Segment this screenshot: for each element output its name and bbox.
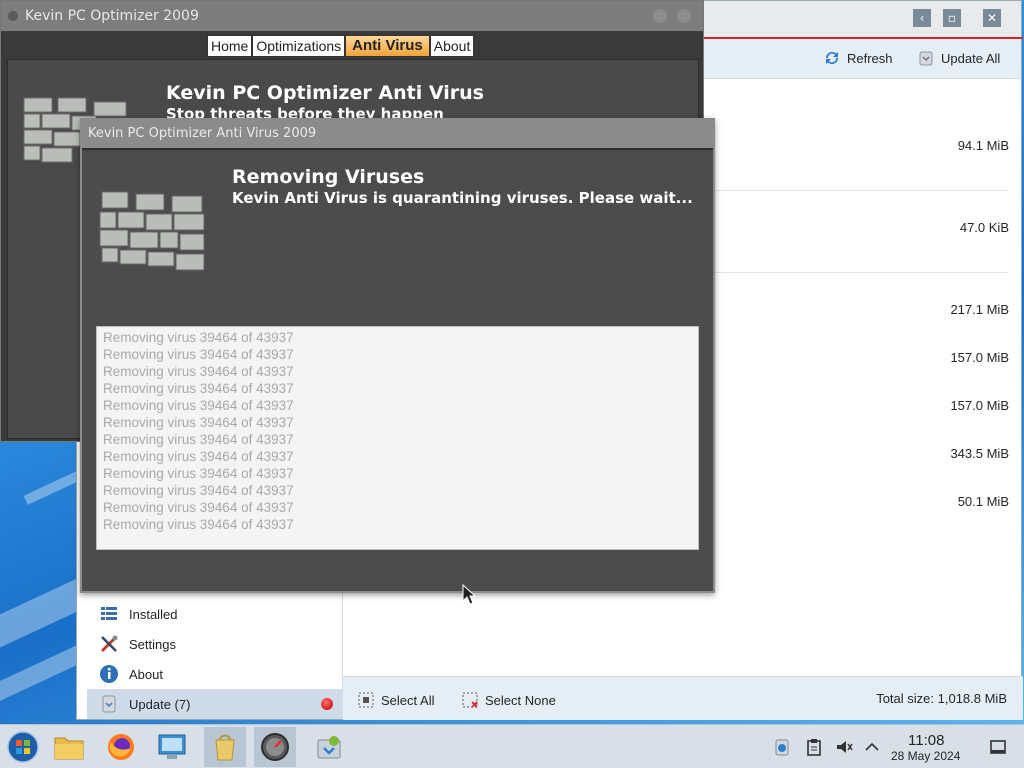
sidebar-item-installed[interactable]: Installed	[87, 599, 343, 629]
optimizer-titlebar[interactable]: Kevin PC Optimizer 2009	[1, 1, 703, 31]
close-icon[interactable]: ✕	[983, 9, 1001, 27]
minimize-icon[interactable]	[653, 9, 667, 23]
list-item-size: 157.0 MiB	[950, 398, 1009, 413]
log-line: Removing virus 39464 of 43937	[103, 364, 294, 379]
taskbar-firefox[interactable]	[100, 727, 142, 767]
start-icon	[7, 731, 39, 763]
update-all-icon	[917, 49, 935, 67]
taskbar-kevin-optimizer[interactable]	[254, 727, 296, 767]
start-button[interactable]	[2, 727, 44, 767]
refresh-button[interactable]: Refresh	[823, 49, 893, 67]
info-icon	[99, 664, 119, 684]
list-item-size: 50.1 MiB	[957, 494, 1009, 509]
log-line: Removing virus 39464 of 43937	[103, 466, 294, 481]
sidebar-item-update[interactable]: Update (7)	[87, 689, 343, 719]
window-menu-icon[interactable]	[8, 11, 18, 21]
antivirus-titlebar[interactable]: Kevin PC Optimizer Anti Virus 2009	[82, 120, 713, 148]
optimizer-nav: Home Optimizations Anti Virus About	[207, 35, 475, 57]
log-line: Removing virus 39464 of 43937	[103, 432, 294, 447]
select-all-button[interactable]: Select All	[357, 691, 434, 709]
kevin-optimizer-icon	[261, 733, 289, 761]
tab-home[interactable]: Home	[207, 35, 253, 57]
clock-time[interactable]: 11:08	[908, 732, 944, 749]
refresh-label: Refresh	[847, 50, 893, 66]
sidebar-item-about[interactable]: About	[87, 659, 343, 689]
maximize-icon[interactable]: ▫	[943, 9, 961, 27]
clock-date[interactable]: 28 May 2024	[891, 749, 960, 763]
firefox-icon	[108, 734, 134, 760]
close-icon[interactable]	[677, 9, 691, 23]
select-none-button[interactable]: Select None	[461, 691, 556, 709]
sidebar-item-label: Installed	[129, 606, 178, 622]
updates-tray-icon[interactable]	[772, 737, 792, 757]
log-line: Removing virus 39464 of 43937	[103, 415, 294, 430]
sidebar-item-label: About	[129, 666, 163, 682]
antivirus-heading: Removing Viruses	[232, 166, 425, 188]
taskbar-file-manager[interactable]	[48, 727, 90, 767]
tools-icon	[99, 634, 119, 654]
chevron-up-icon[interactable]	[862, 737, 882, 757]
file-manager-icon	[54, 737, 84, 760]
select-none-icon	[461, 691, 479, 709]
list-item-size: 217.1 MiB	[950, 302, 1009, 317]
mouse-cursor-icon	[462, 584, 476, 605]
log-line: Removing virus 39464 of 43937	[103, 483, 294, 498]
minimize-icon[interactable]: ‹	[913, 9, 931, 27]
system-settings-icon	[158, 734, 186, 759]
antivirus-title: Kevin PC Optimizer Anti Virus 2009	[88, 126, 317, 141]
list-icon	[99, 604, 119, 624]
volume-muted-icon[interactable]	[834, 737, 854, 757]
shopping-bag-icon	[215, 734, 235, 761]
virus-log[interactable]: Removing virus 39464 of 43937 Removing v…	[96, 326, 699, 550]
update-all-label: Update All	[941, 50, 1001, 66]
taskbar-software-updater[interactable]	[308, 727, 350, 767]
software-updater-icon	[317, 736, 341, 759]
list-item-size: 343.5 MiB	[950, 446, 1009, 461]
log-line: Removing virus 39464 of 43937	[103, 330, 294, 345]
select-none-label: Select None	[485, 692, 556, 708]
updater-footer: Select All Select None Total size: 1,018…	[343, 676, 1023, 720]
antivirus-dialog: Kevin PC Optimizer Anti Virus 2009 Remov…	[80, 118, 715, 593]
show-desktop-icon[interactable]	[988, 737, 1008, 757]
notification-badge	[321, 698, 333, 710]
optimizer-title: Kevin PC Optimizer 2009	[25, 8, 199, 24]
sidebar-item-label: Settings	[129, 636, 176, 652]
sidebar-item-label: Update (7)	[129, 696, 191, 712]
log-line: Removing virus 39464 of 43937	[103, 398, 294, 413]
taskbar-system-settings[interactable]	[152, 727, 194, 767]
antivirus-content: Removing Viruses Kevin Anti Virus is qua…	[82, 148, 713, 591]
update-icon	[99, 694, 119, 714]
log-line: Removing virus 39464 of 43937	[103, 347, 294, 362]
log-line: Removing virus 39464 of 43937	[103, 500, 294, 515]
list-item-size: 157.0 MiB	[950, 350, 1009, 365]
antivirus-subheading: Kevin Anti Virus is quarantining viruses…	[232, 189, 693, 207]
select-all-label: Select All	[381, 692, 435, 708]
sidebar-item-settings[interactable]: Settings	[87, 629, 343, 659]
taskbar: 11:08 28 May 2024	[0, 724, 1024, 768]
log-line: Removing virus 39464 of 43937	[103, 449, 294, 464]
select-all-icon	[357, 691, 375, 709]
log-line: Removing virus 39464 of 43937	[103, 381, 294, 396]
firewall-icon	[99, 191, 205, 271]
list-item-size: 47.0 KiB	[959, 220, 1009, 235]
total-size-label: Total size: 1,018.8 MiB	[876, 691, 1007, 706]
list-item-size: 94.1 MiB	[957, 138, 1009, 153]
tab-anti-virus[interactable]: Anti Virus	[345, 35, 430, 57]
tab-optimizations[interactable]: Optimizations	[252, 35, 346, 57]
taskbar-shopping-bag[interactable]	[204, 727, 246, 767]
refresh-icon	[823, 49, 841, 67]
clipboard-icon[interactable]	[804, 737, 824, 757]
tab-about[interactable]: About	[429, 35, 475, 57]
optimizer-heading: Kevin PC Optimizer Anti Virus	[166, 82, 484, 104]
log-line: Removing virus 39464 of 43937	[103, 517, 294, 532]
update-all-button[interactable]: Update All	[917, 49, 1000, 67]
